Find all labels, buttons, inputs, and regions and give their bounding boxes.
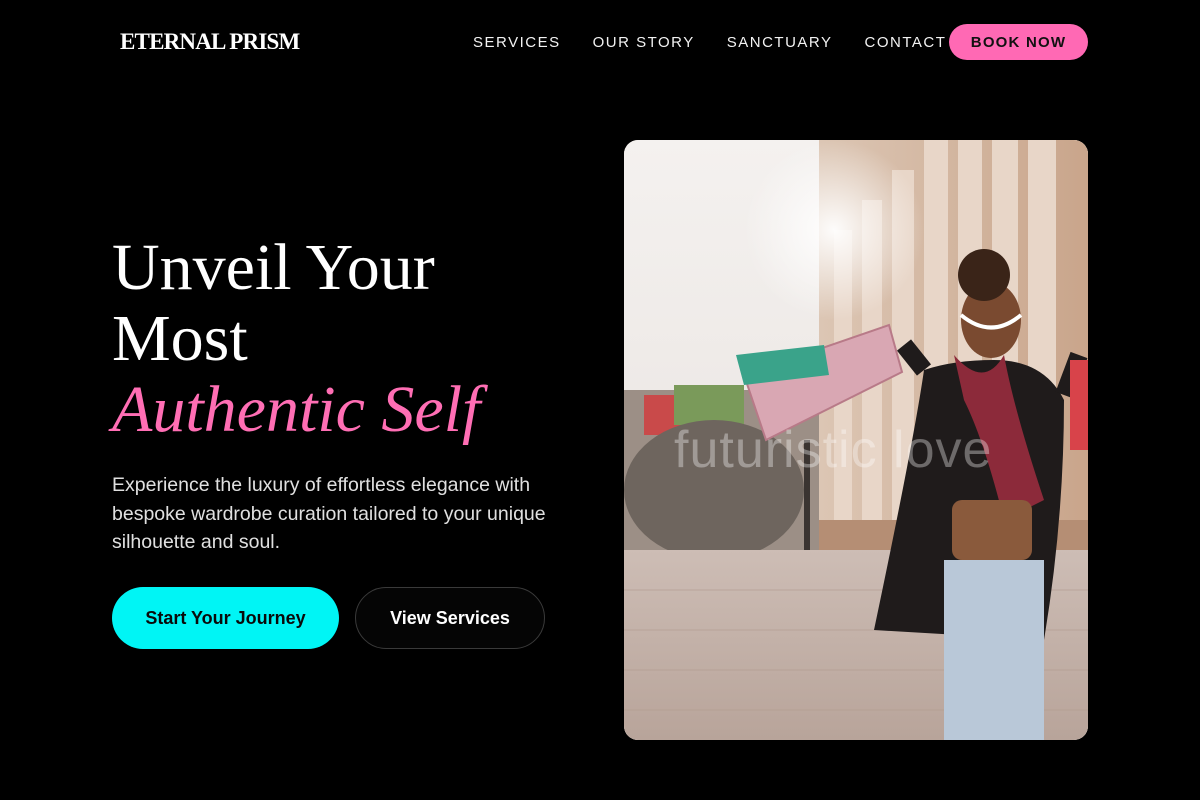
nav-item-services[interactable]: SERVICES bbox=[473, 34, 561, 51]
hero-image: futuristic love bbox=[624, 140, 1088, 740]
book-now-button[interactable]: BOOK NOW bbox=[949, 24, 1088, 60]
image-watermark: futuristic love bbox=[674, 421, 993, 479]
site-header: ETERNAL PRISM SERVICES OUR STORY SANCTUA… bbox=[0, 0, 1200, 84]
start-journey-button[interactable]: Start Your Journey bbox=[112, 587, 339, 649]
view-services-button[interactable]: View Services bbox=[355, 587, 545, 649]
hero-title-line-1: Unveil Your bbox=[112, 231, 435, 304]
nav-item-sanctuary[interactable]: SANCTUARY bbox=[727, 34, 833, 51]
nav-item-our-story[interactable]: OUR STORY bbox=[593, 34, 695, 51]
hero-title-accent: Authentic Self bbox=[112, 373, 481, 446]
hero-title-line-2: Most bbox=[112, 302, 248, 375]
main-nav: SERVICES OUR STORY SANCTUARY CONTACT bbox=[473, 32, 978, 52]
hero-title: Unveil Your Most Authentic Self bbox=[112, 232, 592, 445]
brand-logo[interactable]: ETERNAL PRISM bbox=[120, 29, 300, 55]
nav-item-contact[interactable]: CONTACT bbox=[864, 34, 946, 51]
hero-subtitle: Experience the luxury of effortless eleg… bbox=[112, 474, 546, 553]
